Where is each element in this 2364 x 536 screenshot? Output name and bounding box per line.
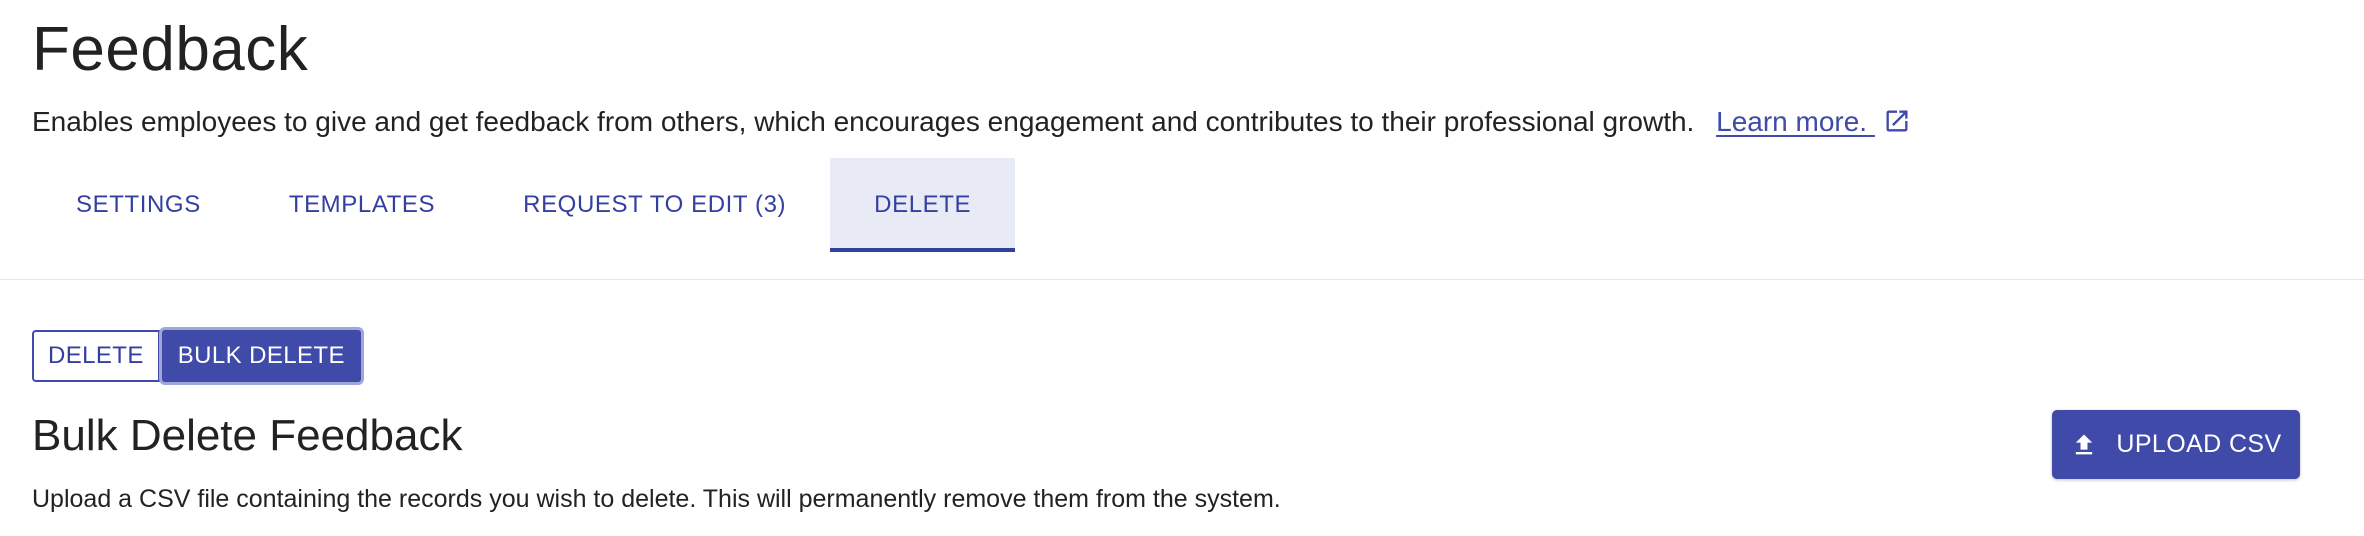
tab-templates[interactable]: TEMPLATES bbox=[245, 158, 479, 252]
upload-icon bbox=[2070, 431, 2098, 459]
bulk-delete-mode-button[interactable]: BULK DELETE bbox=[161, 330, 361, 382]
tab-templates-label[interactable]: TEMPLATES bbox=[289, 191, 435, 219]
description-text: Enables employees to give and get feedba… bbox=[32, 106, 1695, 137]
page-description: Enables employees to give and get feedba… bbox=[32, 102, 1911, 142]
tabs-divider bbox=[0, 279, 2364, 280]
tab-delete[interactable]: DELETE bbox=[830, 158, 1016, 252]
learn-more-link[interactable]: Learn more. bbox=[1716, 106, 1911, 137]
page-title: Feedback bbox=[32, 15, 309, 84]
tab-settings[interactable]: SETTINGS bbox=[32, 158, 245, 252]
tab-request-to-edit-label[interactable]: REQUEST TO EDIT (3) bbox=[523, 191, 786, 219]
section-title: Bulk Delete Feedback bbox=[32, 411, 463, 460]
section-description: Upload a CSV file containing the records… bbox=[32, 485, 1281, 513]
external-link-icon[interactable] bbox=[1883, 106, 1911, 134]
tab-delete-label[interactable]: DELETE bbox=[874, 191, 971, 219]
delete-mode-button[interactable]: DELETE bbox=[32, 330, 160, 382]
upload-csv-label[interactable]: UPLOAD CSV bbox=[2116, 430, 2281, 459]
learn-more-label[interactable]: Learn more. bbox=[1716, 106, 1867, 137]
upload-csv-button[interactable]: UPLOAD CSV bbox=[2052, 410, 2300, 479]
tab-bar: SETTINGS TEMPLATES REQUEST TO EDIT (3) D… bbox=[32, 158, 1016, 252]
tab-request-to-edit[interactable]: REQUEST TO EDIT (3) bbox=[479, 158, 830, 252]
delete-mode-toggle: DELETE BULK DELETE bbox=[32, 330, 361, 382]
tab-settings-label[interactable]: SETTINGS bbox=[76, 191, 201, 219]
